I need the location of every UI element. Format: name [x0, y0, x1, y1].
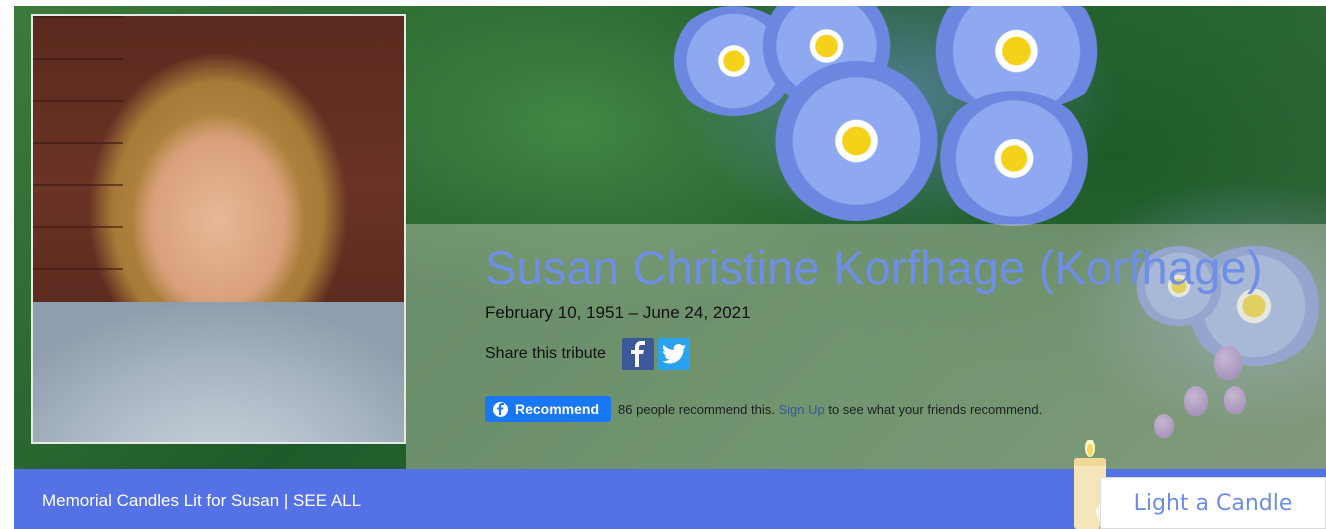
photo-clothing — [33, 302, 404, 442]
light-candle-button[interactable]: Light a Candle — [1100, 477, 1326, 529]
flower-decoration — [934, 91, 1094, 226]
signup-link[interactable]: Sign Up — [778, 402, 824, 417]
memorial-candles-link[interactable]: Memorial Candles Lit for Susan | SEE ALL — [42, 491, 361, 511]
recommend-row: Recommend 86 people recommend this. Sign… — [485, 396, 1042, 422]
twitter-icon — [661, 344, 686, 364]
recommend-count: 86 people recommend this. — [618, 401, 775, 417]
facebook-icon — [630, 341, 645, 367]
facebook-logo-icon — [493, 401, 508, 417]
share-row: Share this tribute — [485, 337, 694, 371]
recommend-button[interactable]: Recommend — [485, 396, 612, 422]
photo-background — [33, 16, 123, 306]
life-dates: February 10, 1951 – June 24, 2021 — [485, 303, 751, 322]
recommend-count-text: 86 people recommend this. Sign Up to see… — [618, 402, 1042, 417]
recommend-suffix: to see what your friends recommend. — [828, 401, 1043, 417]
twitter-share-button[interactable] — [657, 338, 690, 370]
deceased-photo — [31, 14, 406, 444]
deceased-name: Susan Christine Korfhage (Korfhage) — [485, 241, 1263, 294]
recommend-label: Recommend — [515, 401, 600, 417]
flower-decoration — [774, 61, 939, 221]
facebook-share-button[interactable] — [621, 338, 654, 370]
share-label: Share this tribute — [485, 345, 606, 362]
